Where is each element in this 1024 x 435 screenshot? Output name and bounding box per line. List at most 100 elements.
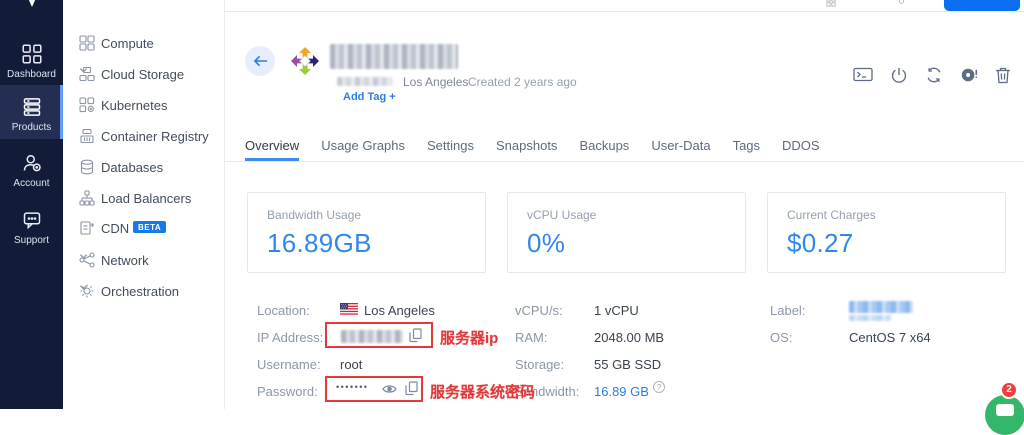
us-flag-icon — [340, 303, 358, 315]
beta-badge: BETA — [133, 221, 166, 233]
chevron-down-icon[interactable] — [79, 283, 88, 292]
password-annotation-box — [325, 376, 423, 402]
card-title: Bandwidth Usage — [267, 208, 466, 222]
trash-icon[interactable] — [995, 66, 1011, 84]
menu-item-label: Network — [101, 253, 149, 268]
menu-item-label: CDN — [101, 221, 129, 236]
os-label: OS: — [770, 330, 792, 345]
menu-item-container-registry[interactable]: Container Registry — [63, 121, 224, 151]
bandwidth-value-link[interactable]: 16.89 GB — [594, 384, 649, 399]
chat-icon — [996, 404, 1014, 416]
menu-item-label: Container Registry — [101, 129, 209, 144]
ram-label: RAM: — [515, 330, 548, 345]
server-plan-redacted — [337, 77, 392, 86]
ram-value: 2048.00 MB — [594, 330, 664, 345]
chevron-down-icon[interactable] — [79, 66, 88, 75]
reinstall-icon[interactable] — [925, 66, 943, 84]
server-label-redacted — [849, 301, 913, 313]
vultr-logo[interactable] — [18, 0, 46, 11]
ip-annotation-text: 服务器ip — [440, 327, 498, 348]
menu-item-cdn[interactable]: CDN BETA — [63, 213, 224, 243]
databases-icon — [79, 159, 95, 175]
account-icon — [22, 153, 42, 173]
products-menu: Compute Cloud Storage Kubernetes Contain… — [63, 0, 225, 409]
menu-item-label: Orchestration — [101, 284, 179, 299]
sidebar-item-support[interactable]: Support — [0, 202, 63, 248]
card-value: $0.27 — [787, 228, 986, 259]
card-value: 0% — [527, 228, 726, 259]
add-tag-link[interactable]: Add Tag + — [343, 91, 396, 103]
tab-settings[interactable]: Settings — [427, 130, 474, 161]
iso-icon[interactable] — [960, 66, 978, 84]
tab-bar: Overview Usage Graphs Settings Snapshots… — [225, 130, 1024, 162]
card-title: Current Charges — [787, 208, 986, 222]
server-actions — [853, 66, 1011, 84]
tab-snapshots[interactable]: Snapshots — [496, 130, 557, 161]
centos-logo — [290, 46, 320, 76]
password-label: Password: — [257, 384, 318, 399]
arrow-left-icon — [253, 55, 268, 67]
menu-item-load-balancers[interactable]: Load Balancers — [63, 183, 224, 213]
kubernetes-icon — [79, 97, 95, 113]
compute-icon — [79, 35, 95, 51]
main-content: Los Angeles Created 2 years ago Add Tag … — [225, 0, 1024, 409]
load-balancers-icon — [79, 190, 95, 206]
console-icon[interactable] — [853, 67, 873, 84]
primary-sidebar: Dashboard Products Account — [0, 0, 63, 409]
location-value: Los Angeles — [364, 303, 435, 318]
vcpu-usage-card: vCPU Usage 0% — [507, 192, 746, 273]
user-icon[interactable] — [897, 0, 906, 6]
server-label-redacted-line2 — [849, 315, 891, 321]
back-button[interactable] — [245, 46, 275, 76]
tab-usage-graphs[interactable]: Usage Graphs — [321, 130, 405, 161]
chat-widget-button[interactable] — [985, 395, 1024, 435]
stat-cards: Bandwidth Usage 16.89GB vCPU Usage 0% Cu… — [247, 192, 1006, 273]
ip-annotation-box — [325, 322, 433, 348]
sidebar-item-label: Support — [14, 235, 49, 246]
tab-tags[interactable]: Tags — [733, 130, 760, 161]
chevron-down-icon[interactable] — [79, 252, 88, 261]
sidebar-item-account[interactable]: Account — [0, 145, 63, 191]
dashboard-icon — [22, 44, 42, 64]
chat-unread-badge: 2 — [1000, 381, 1018, 399]
vcpu-value: 1 vCPU — [594, 303, 639, 318]
password-annotation-text: 服务器系统密码 — [430, 381, 535, 402]
label-label: Label: — [770, 303, 805, 318]
storage-label: Storage: — [515, 357, 564, 372]
username-value: root — [340, 357, 362, 372]
server-created: Created 2 years ago — [468, 75, 577, 89]
deploy-button[interactable] — [944, 0, 1020, 11]
menu-item-network[interactable]: Network — [63, 245, 224, 275]
power-icon[interactable] — [890, 66, 908, 84]
os-value: CentOS 7 x64 — [849, 330, 931, 345]
current-charges-card: Current Charges $0.27 — [767, 192, 1006, 273]
support-icon — [22, 210, 42, 230]
menu-item-kubernetes[interactable]: Kubernetes — [63, 90, 224, 120]
card-value: 16.89GB — [267, 228, 466, 259]
server-name-redacted — [330, 44, 458, 69]
tab-backups[interactable]: Backups — [579, 130, 629, 161]
menu-item-orchestration[interactable]: Orchestration — [63, 276, 224, 306]
tab-overview[interactable]: Overview — [245, 130, 299, 161]
username-label: Username: — [257, 357, 321, 372]
ip-address-label: IP Address: — [257, 330, 323, 345]
sidebar-item-products[interactable]: Products — [0, 85, 63, 139]
bandwidth-usage-card: Bandwidth Usage 16.89GB — [247, 192, 486, 273]
tab-user-data[interactable]: User-Data — [651, 130, 710, 161]
tab-ddos[interactable]: DDOS — [782, 130, 820, 161]
menu-item-label: Databases — [101, 160, 163, 175]
menu-item-cloud-storage[interactable]: Cloud Storage — [63, 59, 224, 89]
location-label: Location: — [257, 303, 310, 318]
card-title: vCPU Usage — [527, 208, 726, 222]
sidebar-item-label: Products — [12, 122, 51, 133]
apps-grid-icon[interactable] — [825, 0, 837, 7]
menu-item-label: Cloud Storage — [101, 67, 184, 82]
help-icon[interactable]: ? — [653, 381, 665, 393]
menu-item-databases[interactable]: Databases — [63, 152, 224, 182]
sidebar-item-label: Account — [13, 178, 49, 189]
menu-item-label: Load Balancers — [101, 191, 191, 206]
cdn-icon — [79, 220, 95, 236]
sidebar-item-dashboard[interactable]: Dashboard — [0, 36, 63, 80]
storage-value: 55 GB SSD — [594, 357, 661, 372]
menu-item-compute[interactable]: Compute — [63, 28, 224, 58]
